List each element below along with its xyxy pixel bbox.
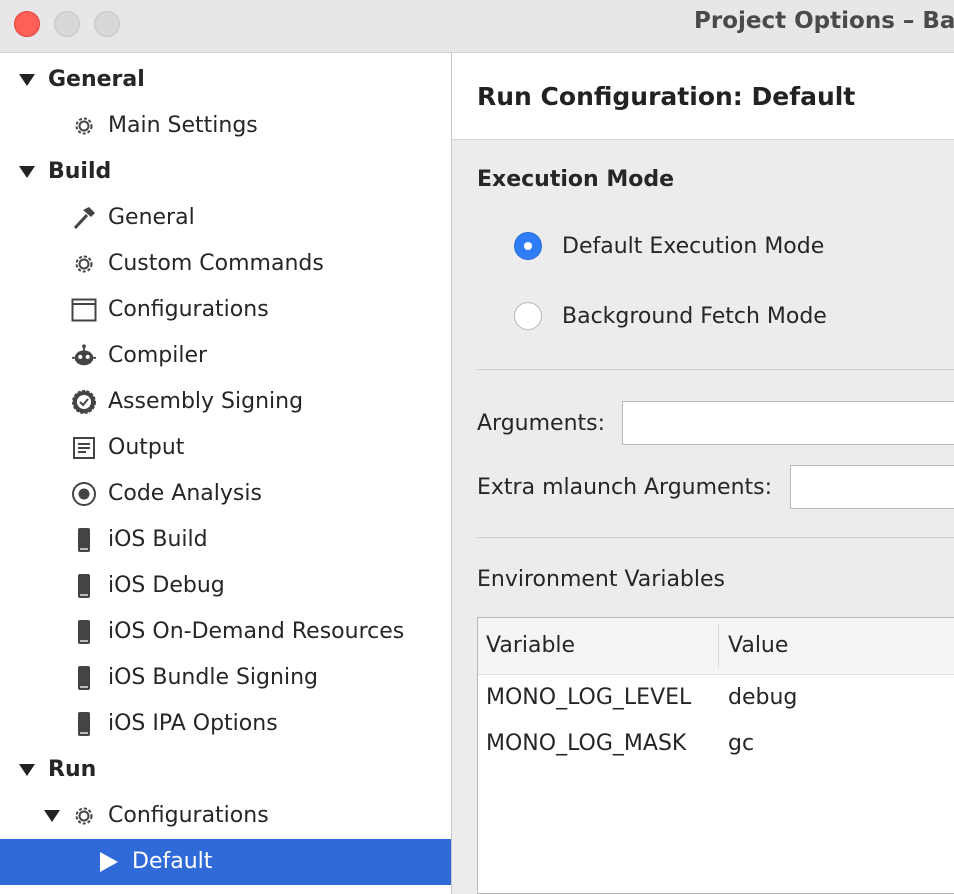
sidebar-item-run-configurations[interactable]: Configurations bbox=[0, 793, 451, 839]
sidebar-item-label: General bbox=[108, 205, 195, 230]
phone-icon bbox=[71, 573, 97, 599]
sidebar-item-label: Main Settings bbox=[108, 113, 258, 138]
variable-cell: MONO_LOG_MASK bbox=[486, 731, 687, 756]
sidebar-item-compiler[interactable]: Compiler bbox=[0, 333, 451, 379]
phone-icon bbox=[71, 619, 97, 645]
sidebar-item-custom-commands[interactable]: Custom Commands bbox=[0, 241, 451, 287]
column-header-variable[interactable]: Variable bbox=[486, 633, 575, 658]
execution-mode-title: Execution Mode bbox=[477, 167, 675, 192]
panel-header: Run Configuration: Default bbox=[452, 53, 954, 140]
radio-button-checked[interactable] bbox=[514, 232, 542, 260]
sidebar-category-run[interactable]: Run bbox=[0, 747, 451, 793]
triangle-down-icon[interactable] bbox=[19, 74, 35, 86]
close-window-button[interactable] bbox=[14, 11, 40, 37]
sidebar-item-ios-on-demand-resources[interactable]: iOS On-Demand Resources bbox=[0, 609, 451, 655]
triangle-down-icon[interactable] bbox=[44, 810, 60, 822]
sidebar-item-label: iOS On-Demand Resources bbox=[108, 619, 405, 644]
window-title: Project Options – Ba bbox=[694, 8, 954, 34]
sidebar-item-label: Configurations bbox=[108, 297, 269, 322]
sidebar-category-label: Build bbox=[48, 159, 112, 184]
title-bar: Project Options – Ba bbox=[0, 0, 954, 53]
divider bbox=[477, 369, 954, 370]
sidebar-item-ios-build[interactable]: iOS Build bbox=[0, 517, 451, 563]
sidebar-item-label: Assembly Signing bbox=[108, 389, 304, 414]
phone-icon bbox=[71, 527, 97, 553]
sidebar-category-general[interactable]: General bbox=[0, 57, 451, 103]
radio-background-fetch-mode[interactable]: Background Fetch Mode bbox=[514, 301, 827, 331]
robot-icon bbox=[71, 343, 97, 369]
target-icon bbox=[71, 481, 97, 507]
sidebar-item-code-analysis[interactable]: Code Analysis bbox=[0, 471, 451, 517]
sidebar-item-output[interactable]: Output bbox=[0, 425, 451, 471]
value-cell: gc bbox=[728, 731, 755, 756]
sidebar-item-main-settings[interactable]: Main Settings bbox=[0, 103, 451, 149]
column-header-value[interactable]: Value bbox=[728, 633, 788, 658]
hammer-icon bbox=[71, 205, 97, 231]
arguments-input[interactable] bbox=[622, 401, 954, 445]
radio-label: Default Execution Mode bbox=[562, 233, 825, 259]
radio-default-execution-mode[interactable]: Default Execution Mode bbox=[514, 231, 824, 261]
sidebar-item-label: Configurations bbox=[108, 803, 269, 828]
sidebar-item-configurations[interactable]: Configurations bbox=[0, 287, 451, 333]
sidebar-item-label: Output bbox=[108, 435, 185, 460]
arguments-label: Arguments: bbox=[477, 411, 606, 436]
table-header: Variable Value bbox=[478, 618, 954, 675]
extra-mlaunch-arguments-input[interactable] bbox=[790, 465, 954, 509]
sidebar-item-build-general[interactable]: General bbox=[0, 195, 451, 241]
radio-button[interactable] bbox=[514, 302, 542, 330]
sidebar: General Main Settings Build General Cust… bbox=[0, 53, 452, 894]
environment-variables-title: Environment Variables bbox=[477, 567, 726, 592]
sidebar-item-ios-bundle-signing[interactable]: iOS Bundle Signing bbox=[0, 655, 451, 701]
sidebar-item-label: iOS Build bbox=[108, 527, 208, 552]
divider bbox=[477, 537, 954, 538]
gear-icon bbox=[71, 113, 97, 139]
triangle-down-icon[interactable] bbox=[19, 166, 35, 178]
table-row[interactable]: MONO_LOG_MASK gc bbox=[478, 722, 954, 768]
sidebar-item-label: Custom Commands bbox=[108, 251, 324, 276]
sidebar-category-label: General bbox=[48, 67, 145, 92]
sidebar-item-label: Code Analysis bbox=[108, 481, 262, 506]
zoom-window-button[interactable] bbox=[94, 11, 120, 37]
badge-icon bbox=[71, 389, 97, 415]
extra-mlaunch-arguments-label: Extra mlaunch Arguments: bbox=[477, 475, 773, 500]
column-divider[interactable] bbox=[718, 624, 719, 668]
phone-icon bbox=[71, 711, 97, 737]
sidebar-item-ios-ipa-options[interactable]: iOS IPA Options bbox=[0, 701, 451, 747]
sidebar-category-label: Run bbox=[48, 757, 97, 782]
minimize-window-button[interactable] bbox=[54, 11, 80, 37]
sidebar-item-label: Compiler bbox=[108, 343, 208, 368]
sidebar-item-label: iOS IPA Options bbox=[108, 711, 278, 736]
environment-variables-table[interactable]: Variable Value MONO_LOG_LEVEL debug MONO… bbox=[477, 617, 954, 894]
sidebar-item-label: iOS Debug bbox=[108, 573, 225, 598]
triangle-down-icon[interactable] bbox=[19, 764, 35, 776]
gear-icon bbox=[71, 803, 97, 829]
table-row[interactable]: MONO_LOG_LEVEL debug bbox=[478, 676, 954, 722]
main-panel: Run Configuration: Default Execution Mod… bbox=[452, 53, 954, 894]
value-cell: debug bbox=[728, 685, 798, 710]
sidebar-category-build[interactable]: Build bbox=[0, 149, 451, 195]
sidebar-item-assembly-signing[interactable]: Assembly Signing bbox=[0, 379, 451, 425]
page-title: Run Configuration: Default bbox=[477, 82, 856, 111]
document-icon bbox=[71, 435, 97, 461]
sidebar-item-label: Default bbox=[132, 849, 213, 874]
sidebar-item-ios-debug[interactable]: iOS Debug bbox=[0, 563, 451, 609]
sidebar-item-default[interactable]: Default bbox=[0, 839, 451, 885]
variable-cell: MONO_LOG_LEVEL bbox=[486, 685, 692, 710]
play-icon bbox=[100, 852, 118, 872]
window-icon bbox=[71, 297, 97, 323]
gear-icon bbox=[71, 251, 97, 277]
sidebar-item-label: iOS Bundle Signing bbox=[108, 665, 318, 690]
phone-icon bbox=[71, 665, 97, 691]
radio-label: Background Fetch Mode bbox=[562, 303, 827, 329]
